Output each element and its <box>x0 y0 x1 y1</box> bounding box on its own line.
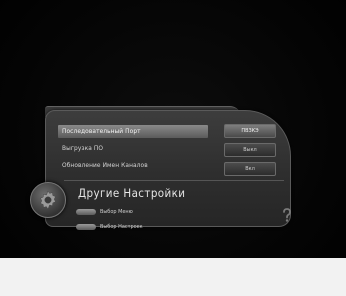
help-icon <box>283 208 291 222</box>
green-button-icon <box>76 208 96 215</box>
value-serial-port[interactable]: ПВЗКЭ <box>224 124 276 138</box>
gear-icon <box>30 182 66 218</box>
section-title: Другие Настройки <box>78 186 186 200</box>
menu-item-software-upload[interactable]: Выгрузка ПО <box>58 142 208 155</box>
tv-screen: Последовательный Порт Выгрузка ПО Обновл… <box>0 0 346 296</box>
menu-item-serial-port[interactable]: Последовательный Порт <box>58 125 208 138</box>
yellow-button-icon <box>76 223 96 230</box>
settings-menu: Последовательный Порт Выгрузка ПО Обновл… <box>58 125 208 176</box>
panel-divider <box>64 180 284 181</box>
bottom-band <box>0 258 346 296</box>
hint-select-settings: Выбор Настроек <box>76 222 143 232</box>
settings-values: ПВЗКЭ Выкл Вкл <box>224 124 276 181</box>
menu-item-channel-names-update[interactable]: Обновление Имен Каналов <box>58 159 208 172</box>
hint-select-menu: Выбор Меню <box>76 207 133 217</box>
hint-select-menu-label: Выбор Меню <box>100 209 133 215</box>
value-channel-names-update[interactable]: Вкл <box>224 162 276 176</box>
value-software-upload[interactable]: Выкл <box>224 143 276 157</box>
hint-select-settings-label: Выбор Настроек <box>100 224 143 230</box>
